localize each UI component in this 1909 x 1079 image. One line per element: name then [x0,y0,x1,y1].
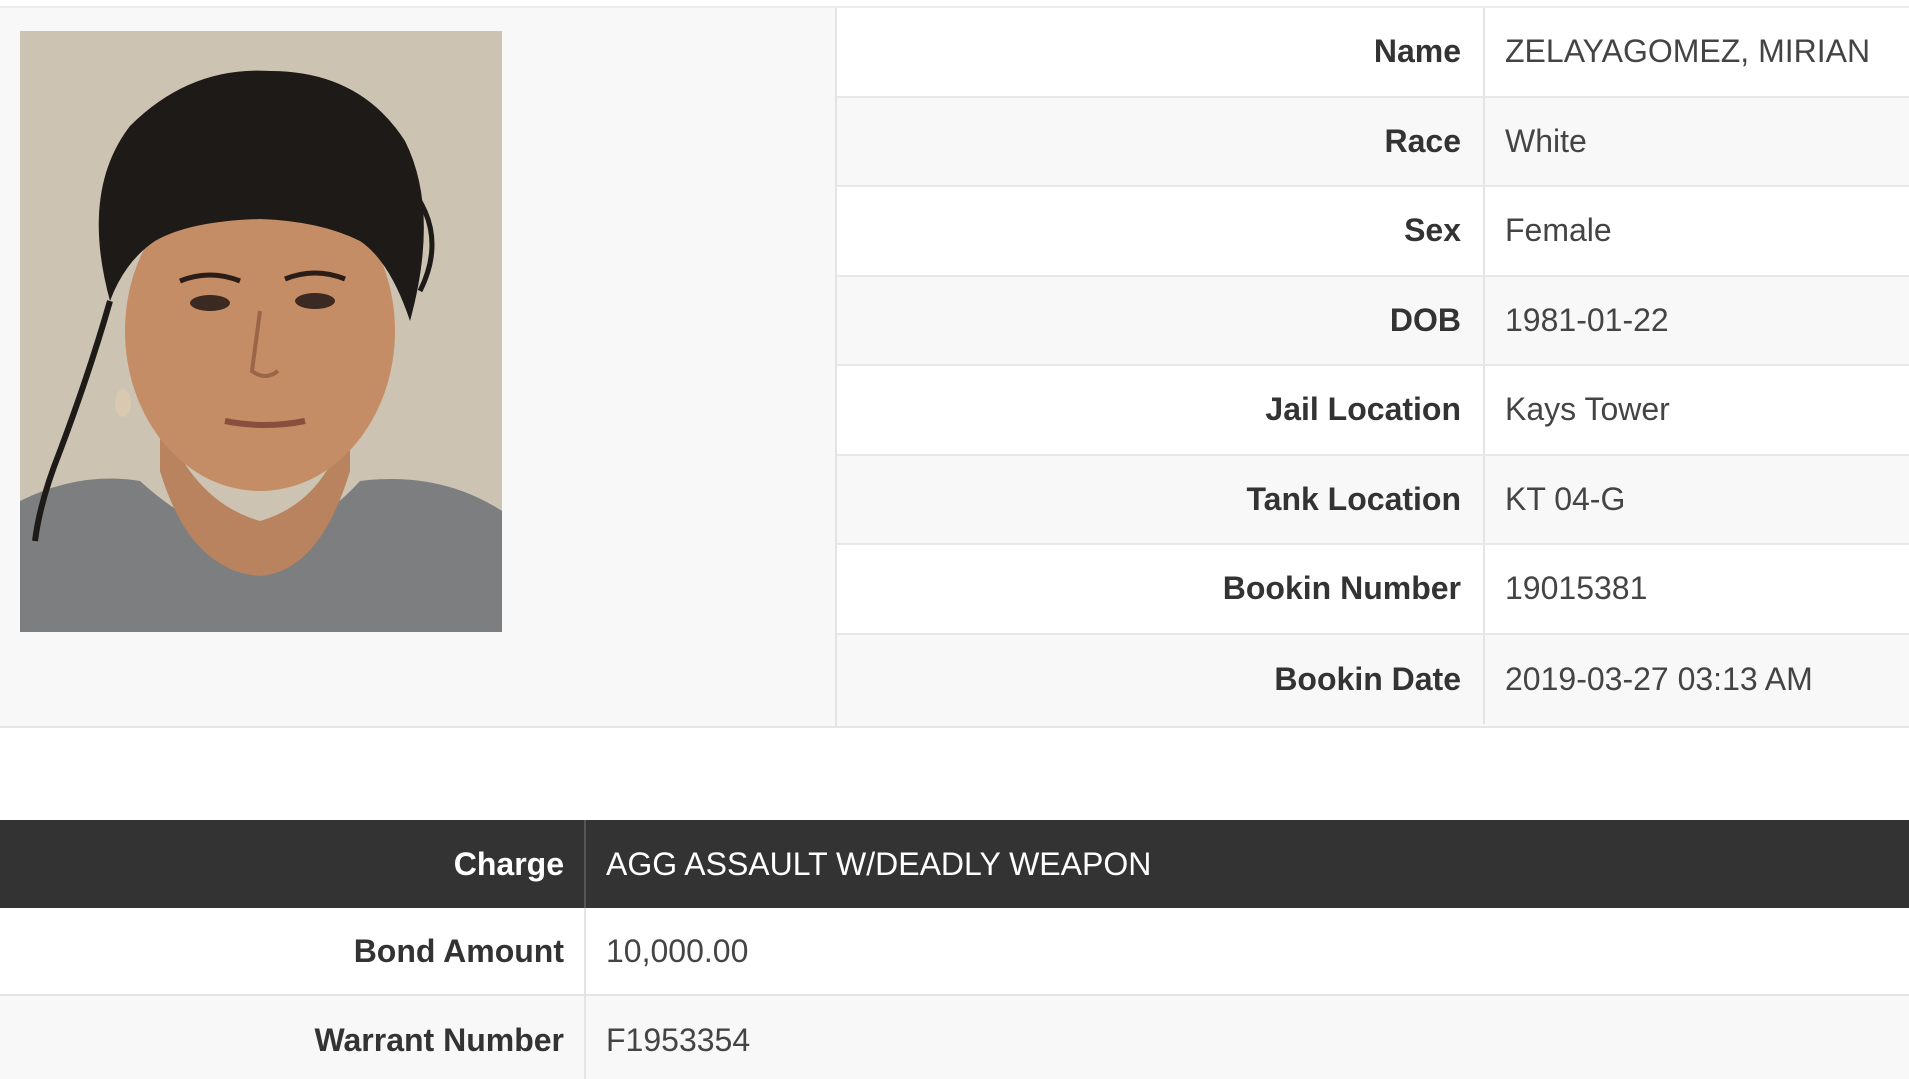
inmate-info-section: Name ZELAYAGOMEZ, MIRIAN Race White Sex … [0,6,1909,728]
info-value: Kays Tower [1505,391,1670,428]
charge-row-bond-amount: Bond Amount 10,000.00 [0,908,1909,996]
charge-value: AGG ASSAULT W/DEADLY WEAPON [606,845,1152,882]
info-value: KT 04-G [1505,480,1626,517]
charge-label: Charge [0,820,586,908]
charge-value: F1953354 [606,1021,751,1058]
inmate-detail-page: Name ZELAYAGOMEZ, MIRIAN Race White Sex … [0,0,1909,1079]
info-row-sex: Sex Female [837,187,1909,277]
info-label: Sex [837,187,1485,275]
info-value: 2019-03-27 03:13 AM [1505,660,1813,697]
info-row-name: Name ZELAYAGOMEZ, MIRIAN [837,8,1909,98]
charge-table: Charge AGG ASSAULT W/DEADLY WEAPON Bond … [0,820,1909,1079]
info-value: 19015381 [1505,570,1648,607]
info-row-dob: DOB 1981-01-22 [837,276,1909,366]
info-label: Name [837,8,1485,96]
info-label: Race [837,97,1485,185]
mugshot-photo [20,31,502,632]
info-row-tank-location: Tank Location KT 04-G [837,455,1909,545]
info-label: Bookin Date [837,634,1485,724]
info-row-bookin-number: Bookin Number 19015381 [837,545,1909,635]
info-value: Female [1505,212,1612,249]
info-label: Jail Location [837,366,1485,454]
charge-value: 10,000.00 [606,932,749,969]
info-row-bookin-date: Bookin Date 2019-03-27 03:13 AM [837,634,1909,724]
photo-cell [0,8,837,726]
charge-row-charge: Charge AGG ASSAULT W/DEADLY WEAPON [0,820,1909,908]
info-label: Tank Location [837,455,1485,543]
info-label: DOB [837,276,1485,364]
info-row-jail-location: Jail Location Kays Tower [837,366,1909,456]
info-value: 1981-01-22 [1505,301,1669,338]
inmate-info-table: Name ZELAYAGOMEZ, MIRIAN Race White Sex … [837,8,1909,726]
charge-row-warrant-number: Warrant Number F1953354 [0,996,1909,1079]
charge-label: Bond Amount [0,908,586,994]
charge-label: Warrant Number [0,996,586,1079]
info-value: ZELAYAGOMEZ, MIRIAN [1505,33,1871,70]
info-row-race: Race White [837,97,1909,187]
info-value: White [1505,122,1587,159]
info-label: Bookin Number [837,545,1485,633]
